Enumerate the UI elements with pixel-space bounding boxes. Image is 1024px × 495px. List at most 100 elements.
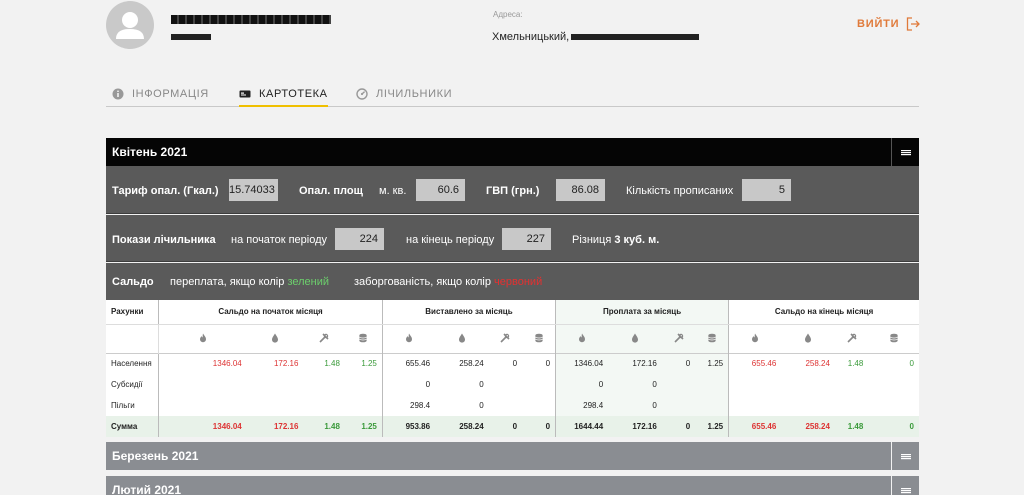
table-cell: 1.48 [834,352,869,374]
tools-icon [319,332,329,343]
tab-card-file[interactable]: КАРТОТЕКА [239,88,328,107]
tab-information[interactable]: ІНФОРМАЦІЯ [112,88,209,100]
table-cell [345,374,382,395]
flame-icon [405,333,412,342]
meter-start-label: на початок періоду [231,234,328,246]
table-cell [781,395,835,416]
table-cell: 655.46 [728,416,782,437]
closing-balance-header: Сальдо на кінець місяця [728,300,919,325]
heated-area-unit: м. кв. [379,185,407,197]
menu-icon [900,454,911,460]
coins-icon-column-header [522,324,555,353]
table-row: Населення 1346.04 172.16 1.48 1.25 655.46 258.… [106,352,919,374]
address-value: Хмельницький, [492,31,700,43]
table-cell: 1346.04 [555,352,609,374]
tools-icon [500,332,510,343]
table-cell [868,395,919,416]
month-header-march[interactable]: Березень 2021 [106,442,919,470]
table-cell [303,374,345,395]
row-label: Сумма [106,416,159,437]
table-cell [695,374,729,395]
table-cell [661,374,696,395]
flame-icon-column-header [728,324,782,353]
tariff-value: 15.74033 [229,179,278,201]
overpay-text: переплата, якщо колір [170,276,285,288]
table-cell: 1.25 [695,352,729,374]
table-cell [835,374,868,395]
meter-row: Покази лічильника на початок періоду 224… [106,215,919,262]
opening-balance-header: Сальдо на початок місяця [158,300,383,325]
meter-end-label: на кінець періоду [406,234,495,246]
month-menu-button[interactable] [891,138,919,166]
table-cell [868,374,919,395]
coins-icon [359,333,368,342]
month-title: Квітень 2021 [112,145,188,159]
table-cell: 172.16 [246,416,304,437]
table-cell: 258.24 [781,352,835,374]
drop-icon-column-header [608,324,662,353]
redacted-street [571,34,700,41]
balance-table: Рахунки Сальдо на початок місяця Виставл… [106,300,919,437]
table-cell: 1.25 [344,416,383,437]
gauge-icon [356,88,368,100]
overpay-legend: переплата, якщо колір зелений [170,276,329,288]
table-cell: 258.24 [435,352,489,374]
account-page: Адреса: Хмельницький, ВИЙТИ ІНФОРМАЦІЯ К… [0,0,1024,495]
table-cell: 298.4 [381,395,436,416]
table-cell: 655.46 [381,352,436,374]
month-title: Березень 2021 [112,449,199,463]
table-cell: 0 [661,416,696,437]
difference-value: 3 куб. м. [614,234,660,246]
table-cell: 0 [868,416,919,437]
table-cell: 0 [522,352,556,374]
heated-area-label: Опал. площ [299,185,363,197]
tools-icon-column-header [489,324,522,353]
menu-icon [900,488,911,494]
month-header-current[interactable]: Квітень 2021 [106,138,919,166]
table-row: Сумма 1346.04 172.16 1.48 1.25 953.86 258.24 0 0… [106,416,919,437]
heated-area-value: 60.6 [416,179,465,201]
user-name [171,10,331,26]
debt-color-word: червоний [494,276,543,288]
table-cell [247,374,304,395]
flame-icon [752,333,759,342]
table-cell: 1.25 [344,352,383,374]
drop-icon-column-header [435,324,489,353]
tools-icon [847,332,857,343]
month-header-february[interactable]: Лютий 2021 [106,476,919,495]
coins-icon [707,333,716,342]
coins-icon [889,333,898,342]
month-menu-button[interactable] [891,442,919,470]
table-cell [489,374,522,395]
tab-meters[interactable]: ЛІЧИЛЬНИКИ [356,88,452,100]
drop-icon [631,333,638,343]
table-cell: 0 [661,352,696,374]
user-silhouette-icon [116,12,144,39]
accounts-column-header: Рахунки [106,300,159,325]
table-cell: 0 [479,401,484,410]
difference-label: Різниця [572,234,612,246]
logout-button[interactable]: ВИЙТИ [857,17,921,31]
flame-icon-column-header [158,324,247,353]
drop-icon-column-header [247,324,304,353]
tariff-label: Тариф опал. (Гкал.) [112,185,219,197]
balance-label: Сальдо [112,276,154,288]
month-menu-button[interactable] [891,476,919,495]
coins-icon-column-header [868,324,919,353]
meter-end-value: 227 [502,228,551,250]
table-cell: 655.46 [728,352,782,374]
table-cell: 1.48 [303,416,345,437]
table-row: Пільги 298.4 0 298.4 0 [106,395,919,416]
drop-icon [458,333,465,343]
meter-start-value: 224 [335,228,384,250]
coins-icon [534,333,543,342]
table-cell: 172.16 [608,352,662,374]
logout-icon [907,17,921,31]
logout-label: ВИЙТИ [857,18,900,30]
tools-icon-column-header [661,324,696,353]
table-cell [522,374,555,395]
table-cell: 1346.04 [158,416,247,437]
table-cell: 953.86 [381,416,436,437]
flame-icon-column-header [381,324,436,353]
row-label: Населення [106,352,159,374]
